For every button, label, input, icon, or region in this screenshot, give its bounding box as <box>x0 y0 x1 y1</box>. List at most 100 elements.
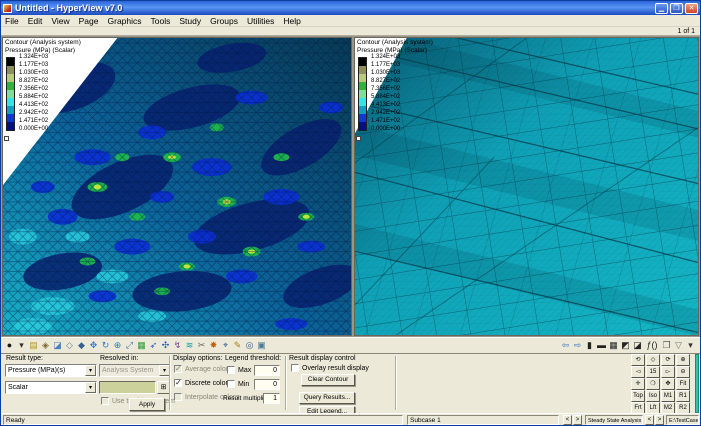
checkbox-box[interactable] <box>227 366 235 374</box>
tensor-plot-icon[interactable]: ✣ <box>160 339 171 352</box>
checkbox-box[interactable] <box>174 365 182 373</box>
center-view-button[interactable]: ❍ <box>646 378 660 390</box>
pointer-mode-dropdown[interactable]: ▾ <box>16 339 27 352</box>
max-input[interactable]: 0 <box>254 365 280 376</box>
discrete-color-checkbox[interactable]: Discrete color <box>174 379 228 387</box>
apply-button[interactable]: Apply <box>129 398 165 411</box>
zoom-out-button[interactable]: ⊖ <box>676 366 690 378</box>
wireframe-view-icon[interactable]: ◇ <box>64 339 75 352</box>
minimize-button[interactable]: ▁ <box>655 3 668 14</box>
left-model-viewport[interactable]: Contour (Analysis system) Pressure (MPa)… <box>2 37 352 336</box>
rotate-ccw-button[interactable]: ◅ <box>631 366 645 378</box>
panel-scroll-strip[interactable] <box>695 354 699 413</box>
checkbox-box[interactable] <box>174 379 182 387</box>
title-bar[interactable]: Untitled - HyperView v7.0 ▁ ❐ ✕ <box>1 1 700 15</box>
max-checkbox[interactable]: Max <box>227 366 251 374</box>
zoom-icon[interactable]: ⊕ <box>112 339 123 352</box>
view-iso-button[interactable]: Iso <box>646 390 660 402</box>
restore-button[interactable]: ❐ <box>670 3 683 14</box>
exploded-view-icon[interactable]: ✸ <box>208 339 219 352</box>
right-view-handle[interactable] <box>356 136 361 141</box>
next-page-icon[interactable]: ⇨ <box>572 339 583 352</box>
tracking-icon[interactable]: ◎ <box>244 339 255 352</box>
view-m1-button[interactable]: M1 <box>661 390 675 402</box>
fit-button[interactable]: Fit <box>676 378 690 390</box>
capture-standard-icon[interactable]: ◈ <box>40 339 51 352</box>
min-input[interactable]: 0 <box>254 379 280 390</box>
next-subcase-button[interactable]: > <box>573 415 582 425</box>
menu-edit[interactable]: Edit <box>28 16 43 26</box>
rotate-right-button[interactable]: ⟳ <box>661 354 675 366</box>
menu-file[interactable]: File <box>5 16 19 26</box>
shaded-view-icon[interactable]: ◪ <box>52 339 63 352</box>
iso-surface-icon[interactable]: ≋ <box>184 339 195 352</box>
resolved-in-dropdown[interactable]: Analysis System ▾ <box>99 364 171 377</box>
measure-icon[interactable]: ⌖ <box>220 339 231 352</box>
checkbox-box[interactable] <box>227 380 235 388</box>
average-color-checkbox[interactable]: Average color <box>174 365 228 373</box>
video-capture-icon[interactable]: ◪ <box>632 339 643 352</box>
pan-mode-button[interactable]: ✛ <box>631 378 645 390</box>
pan-icon[interactable]: ✥ <box>88 339 99 352</box>
report-template-icon[interactable]: ❐ <box>661 339 672 352</box>
overlay-result-checkbox[interactable]: Overlay result display <box>291 364 369 372</box>
entity-collector-field[interactable] <box>99 381 156 394</box>
prev-page-icon[interactable]: ⇦ <box>560 339 571 352</box>
min-checkbox[interactable]: Min <box>227 380 249 388</box>
result-multiplier-input[interactable]: 1 <box>263 393 280 404</box>
vector-plot-icon[interactable]: ➶ <box>148 339 159 352</box>
spin-button[interactable]: ✥ <box>661 378 675 390</box>
menu-view[interactable]: View <box>51 16 69 26</box>
animation-frame-icon[interactable]: ▬ <box>596 339 607 352</box>
animation-controls-icon[interactable]: ▦ <box>608 339 619 352</box>
close-button[interactable]: ✕ <box>685 3 698 14</box>
rotate-cw-button[interactable]: ▻ <box>661 366 675 378</box>
hidden-line-icon[interactable]: ◆ <box>76 339 87 352</box>
image-plane-icon[interactable]: ▣ <box>256 339 267 352</box>
mask-icon[interactable]: ▽ <box>673 339 684 352</box>
left-view-handle[interactable] <box>4 136 9 141</box>
deformed-shape-icon[interactable]: ↯ <box>172 339 183 352</box>
toolbar-overflow-dropdown[interactable]: ▾ <box>685 339 696 352</box>
clear-contour-button[interactable]: Clear Contour <box>301 374 355 386</box>
menu-utilities[interactable]: Utilities <box>247 16 274 26</box>
legend-label: 1.471E+02 <box>371 118 400 124</box>
view-top-button[interactable]: Top <box>631 390 645 402</box>
menu-study[interactable]: Study <box>179 16 201 26</box>
next-analysis-button[interactable]: > <box>655 415 664 425</box>
chevron-down-icon[interactable]: ▾ <box>85 365 96 376</box>
rotate-left-button[interactable]: ⟲ <box>631 354 645 366</box>
right-model-viewport[interactable]: Contour (Analysis system) Pressure (MPa)… <box>354 37 699 336</box>
screen-capture-icon[interactable]: ◩ <box>620 339 631 352</box>
result-subtype-dropdown[interactable]: Scalar ▾ <box>5 381 97 394</box>
menu-help[interactable]: Help <box>283 16 300 26</box>
zoom-in-button[interactable]: ⊕ <box>676 354 690 366</box>
animation-start-icon[interactable]: ▮ <box>584 339 595 352</box>
result-type-dropdown[interactable]: Pressure (MPa)(s) ▾ <box>5 364 97 377</box>
checkbox-box[interactable] <box>291 364 299 372</box>
prev-subcase-button[interactable]: < <box>563 415 572 425</box>
fit-view-icon[interactable]: ⤢ <box>124 339 135 352</box>
checkbox-box[interactable] <box>174 393 182 401</box>
subcase-selector[interactable]: Subcase 1 <box>407 415 559 425</box>
note-icon[interactable]: ✎ <box>232 339 243 352</box>
view-r1-button[interactable]: R1 <box>676 390 690 402</box>
prev-analysis-button[interactable]: < <box>645 415 654 425</box>
menu-tools[interactable]: Tools <box>151 16 171 26</box>
query-results-button[interactable]: Query Results... <box>299 392 355 404</box>
expression-builder-icon[interactable]: ƒ() <box>644 339 660 352</box>
page-layout-icon[interactable]: ▤ <box>28 339 39 352</box>
section-cut-icon[interactable]: ✂ <box>196 339 207 352</box>
analysis-type[interactable]: Steady State Analysis <box>585 415 643 425</box>
menu-graphics[interactable]: Graphics <box>108 16 142 26</box>
menu-groups[interactable]: Groups <box>210 16 238 26</box>
pointer-mode-icon[interactable]: ● <box>4 339 15 352</box>
rotate-angle-button[interactable]: 15 <box>646 366 660 378</box>
menu-page[interactable]: Page <box>79 16 99 26</box>
result-file-path[interactable]: E:\TestCases\Aliosdir <box>666 415 699 425</box>
chevron-down-icon[interactable]: ▾ <box>85 382 96 393</box>
view-cube-button[interactable]: ◇ <box>646 354 660 366</box>
checkbox-box[interactable] <box>101 397 109 405</box>
contour-icon[interactable]: ▦ <box>136 339 147 352</box>
rotate-icon[interactable]: ↻ <box>100 339 111 352</box>
